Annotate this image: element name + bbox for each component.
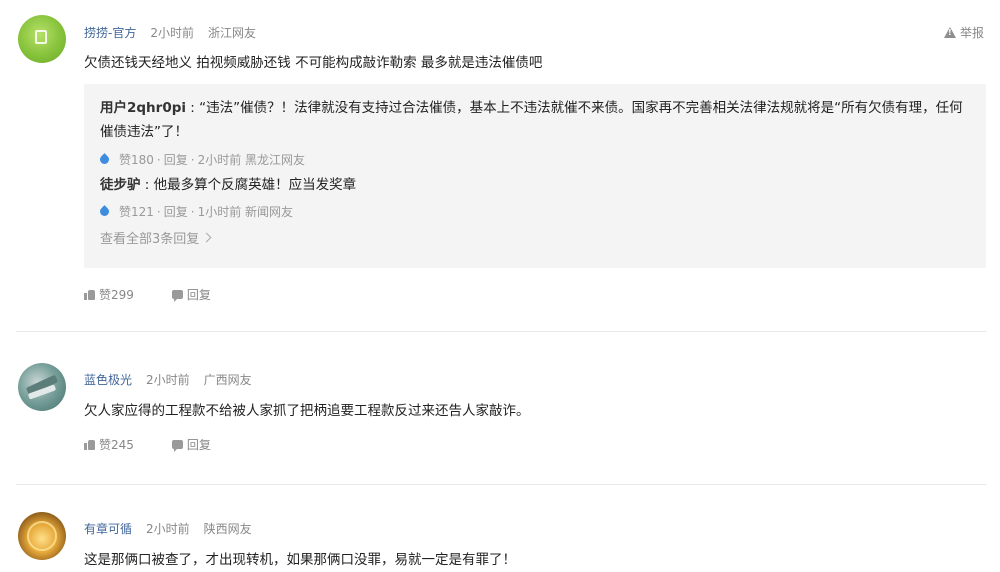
reply-username[interactable]: 用户2qhr0pi [100, 100, 186, 116]
divider [16, 331, 986, 332]
thumb-up-icon [84, 439, 96, 450]
comment-bubble-icon [171, 440, 183, 452]
reply-thread: 用户2qhr0pi : “违法”催债？！法律就没有支持过合法催债，基本上不违法就… [84, 84, 986, 268]
avatar[interactable] [18, 363, 66, 411]
like-button[interactable]: 赞299 [84, 286, 134, 303]
comment-username[interactable]: 蓝色极光 [84, 373, 132, 387]
reply-label: 回复 [186, 438, 211, 452]
reply-location: 黑龙江网友 [245, 153, 306, 167]
like-drop-icon[interactable] [98, 205, 111, 218]
reply-item: 徒步驴 : 他最多算个反腐英雄！应当发奖章 [100, 177, 357, 193]
reply-time: 1小时前 [197, 205, 242, 219]
comment-location: 浙江网友 [207, 26, 256, 40]
comment-meta: 有章可循 2小时前 陕西网友 [84, 520, 252, 537]
comment-time: 2小时前 [146, 522, 190, 536]
avatar[interactable] [18, 15, 66, 63]
comment-text: 欠债还钱天经地义 拍视频威胁还钱 不可能构成敲诈勒索 最多就是违法催债吧 [84, 55, 543, 71]
avatar[interactable] [18, 512, 66, 560]
reply-button[interactable]: 回复 [171, 436, 211, 453]
reply-time: 2小时前 [197, 153, 242, 167]
reply-button[interactable]: 回复 [164, 203, 188, 220]
comment-username[interactable]: 有章可循 [84, 522, 132, 536]
report-button[interactable]: 举报 [943, 24, 984, 41]
comment-actions: 赞245 回复 [84, 436, 249, 453]
reply-likes[interactable]: 赞180 [119, 151, 154, 168]
comment-username[interactable]: 捞捞-官方 [84, 26, 136, 40]
comment-location: 陕西网友 [203, 522, 252, 536]
comment-bubble-icon [171, 290, 183, 302]
reply-button[interactable]: 回复 [171, 286, 211, 303]
comment-text: 这是那俩口被查了，才出现转机，如果那俩口没罪，易就一定是有罪了！ [84, 552, 516, 568]
reply-location: 新闻网友 [245, 205, 294, 219]
view-all-label: 查看全部3条回复 [100, 232, 200, 247]
view-all-replies-link[interactable]: 查看全部3条回复 [100, 228, 212, 247]
like-button[interactable]: 赞245 [84, 436, 134, 453]
thumb-up-icon [84, 289, 96, 300]
reply-label: 回复 [186, 288, 211, 302]
comment-meta: 蓝色极光 2小时前 广西网友 [84, 371, 252, 388]
comment-actions: 赞299 回复 [84, 286, 249, 303]
like-count: 赞245 [99, 438, 134, 452]
warning-icon [943, 27, 956, 38]
reply-username[interactable]: 徒步驴 [100, 177, 141, 193]
reply-item: 用户2qhr0pi : “违法”催债？！法律就没有支持过合法催债，基本上不违法就… [100, 100, 963, 140]
comment-location: 广西网友 [203, 373, 252, 387]
comment-text: 欠人家应得的工程款不给被人家抓了把柄追要工程款反过来还告人家敲诈。 [84, 403, 530, 419]
comment-time: 2小时前 [150, 26, 194, 40]
reply-text: “违法”催债？！法律就没有支持过合法催债，基本上不违法就催不来债。国家再不完善相… [100, 100, 963, 140]
comment-meta: 捞捞-官方 2小时前 浙江网友 [84, 24, 256, 41]
reply-text: 他最多算个反腐英雄！应当发奖章 [153, 177, 357, 193]
like-drop-icon[interactable] [98, 153, 111, 166]
reply-button[interactable]: 回复 [164, 151, 188, 168]
report-label: 举报 [959, 26, 984, 40]
divider [16, 484, 986, 485]
reply-meta: 赞121 · 回复 · 1小时前 新闻网友 [98, 203, 293, 220]
reply-meta: 赞180 · 回复 · 2小时前 黑龙江网友 [98, 151, 305, 168]
like-count: 赞299 [99, 288, 134, 302]
reply-likes[interactable]: 赞121 [119, 203, 154, 220]
chevron-right-icon [201, 232, 212, 243]
comment-time: 2小时前 [146, 373, 190, 387]
